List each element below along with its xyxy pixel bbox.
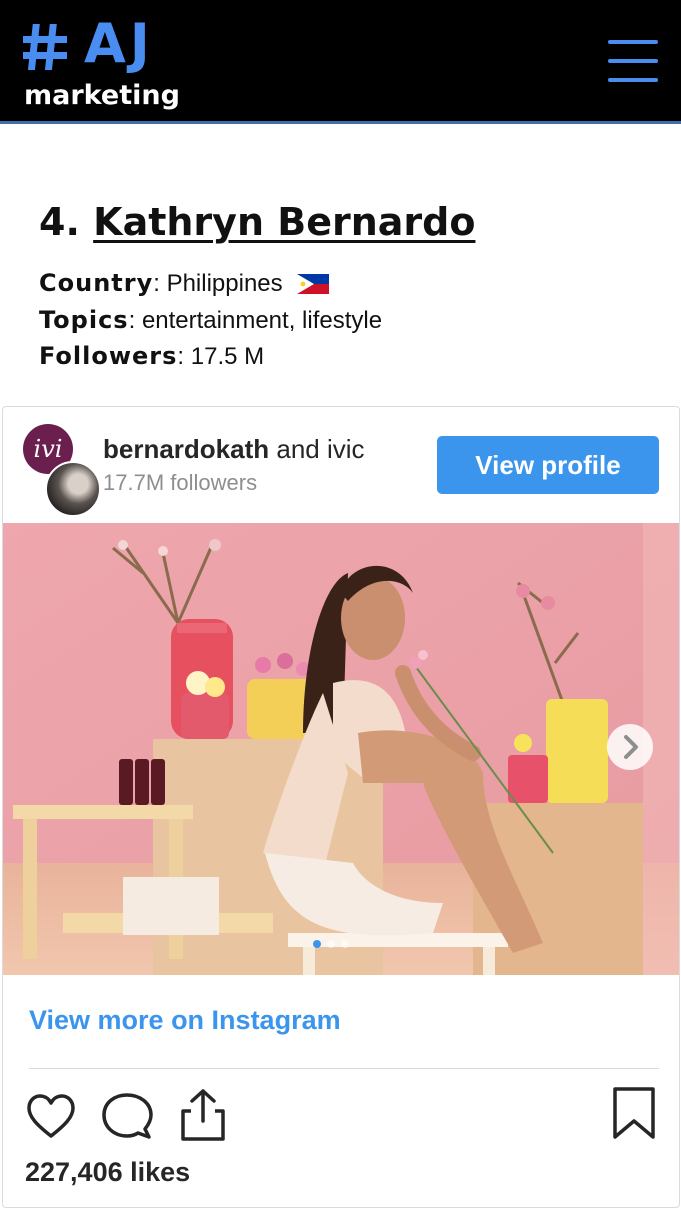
- owner-avatars[interactable]: ivi: [23, 424, 103, 517]
- logo-subtitle: marketing: [24, 80, 180, 111]
- bookmark-icon[interactable]: [609, 1085, 659, 1141]
- entry-name-link[interactable]: Kathryn Bernardo: [93, 200, 475, 244]
- hash-icon: [23, 24, 67, 70]
- view-more-link[interactable]: View more on Instagram: [29, 1005, 341, 1036]
- owner-collab: and ivic: [276, 434, 365, 464]
- comment-icon[interactable]: [101, 1091, 153, 1143]
- post-photo[interactable]: [3, 523, 679, 975]
- topics-label: Topics: [39, 306, 129, 334]
- hamburger-menu-icon[interactable]: [608, 40, 660, 84]
- country-label: Country: [39, 269, 154, 297]
- carousel-dot: [327, 940, 335, 948]
- instagram-embed: ivi bernardokath and ivic 17.7M follower…: [2, 406, 680, 1208]
- share-icon[interactable]: [177, 1087, 229, 1143]
- chevron-right-icon[interactable]: [606, 723, 654, 771]
- owner-follower-count: 17.7M followers: [103, 470, 258, 495]
- followers-line: Followers: 17.5 M: [39, 342, 265, 370]
- country-value: Philippines: [166, 270, 283, 297]
- topics-line: Topics: entertainment, lifestyle: [39, 306, 383, 334]
- followers-label: Followers: [39, 342, 178, 370]
- kathryn-avatar: [45, 461, 101, 517]
- followers-value: 17.5 M: [190, 343, 265, 370]
- entry-number: 4.: [39, 200, 80, 244]
- site-header: # AJ marketing: [0, 0, 681, 124]
- carousel-dot: [313, 940, 321, 948]
- carousel-dot: [341, 940, 349, 948]
- divider: [29, 1068, 659, 1069]
- logo-letters: AJ: [84, 12, 154, 75]
- post-owner[interactable]: bernardokath and ivic: [103, 433, 425, 465]
- heart-icon[interactable]: [25, 1091, 77, 1143]
- carousel-indicator: [313, 935, 355, 953]
- topics-value: entertainment, lifestyle: [141, 307, 383, 334]
- likes-count[interactable]: 227,406 likes: [25, 1157, 190, 1188]
- view-profile-button[interactable]: View profile: [437, 436, 659, 494]
- country-line: Country: Philippines: [39, 268, 330, 299]
- philippines-flag-icon: [297, 274, 330, 294]
- entry-title: 4. Kathryn Bernardo: [39, 196, 475, 248]
- owner-username[interactable]: bernardokath: [103, 434, 269, 464]
